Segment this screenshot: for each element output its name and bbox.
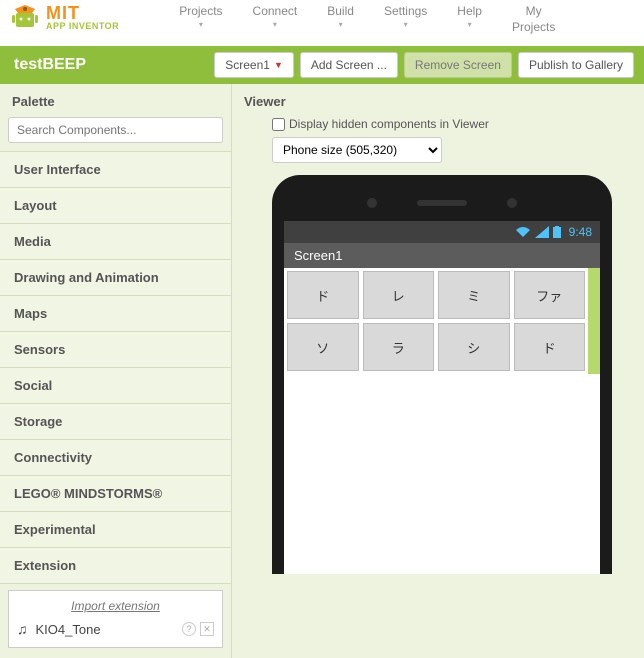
viewer-panel: Viewer Display hidden components in View… xyxy=(232,84,644,658)
tone-button[interactable]: レ xyxy=(363,271,435,319)
logo-text: MIT APP INVENTOR xyxy=(46,4,119,31)
menu-help[interactable]: Help ▾ xyxy=(457,4,482,35)
phone-frame: 9:48 Screen1 ド レ ミ ファ ソ ラ シ xyxy=(272,175,612,574)
palette-category[interactable]: Connectivity xyxy=(0,440,231,476)
palette-title: Palette xyxy=(0,84,231,117)
logo-mit: MIT xyxy=(46,4,119,22)
remove-screen-button[interactable]: Remove Screen xyxy=(404,52,512,78)
caret-down-icon: ▾ xyxy=(253,20,298,30)
screen-selector[interactable]: Screen1 ▼ xyxy=(214,52,294,78)
viewer-title: Viewer xyxy=(232,84,644,117)
menu-help-label: Help xyxy=(457,4,482,18)
publish-gallery-button[interactable]: Publish to Gallery xyxy=(518,52,634,78)
palette-category[interactable]: Extension xyxy=(0,548,231,584)
project-bar: testBEEP Screen1 ▼ Add Screen ... Remove … xyxy=(0,46,644,84)
phone-top xyxy=(284,185,600,221)
screen-selector-label: Screen1 xyxy=(225,58,270,72)
palette-category[interactable]: Layout xyxy=(0,188,231,224)
palette-panel: Palette User Interface Layout Media Draw… xyxy=(0,84,232,658)
app-title-bar: Screen1 xyxy=(284,243,600,268)
search-input[interactable] xyxy=(8,117,223,143)
extension-box: Import extension ♫ KIO4_Tone ? ✕ xyxy=(8,590,223,648)
palette-category[interactable]: Experimental xyxy=(0,512,231,548)
selection-highlight xyxy=(588,268,600,374)
palette-category[interactable]: Media xyxy=(0,224,231,260)
tone-button[interactable]: ミ xyxy=(438,271,510,319)
tone-button[interactable]: ド xyxy=(514,323,586,371)
phone-sensor-icon xyxy=(367,198,377,208)
palette-category[interactable]: Maps xyxy=(0,296,231,332)
phone-speaker-icon xyxy=(417,200,467,206)
palette-categories: User Interface Layout Media Drawing and … xyxy=(0,151,231,584)
menu-my-projects[interactable]: My Projects xyxy=(512,4,555,35)
caret-down-icon: ▾ xyxy=(327,20,354,30)
display-hidden-checkbox-row[interactable]: Display hidden components in Viewer xyxy=(272,117,632,131)
status-bar: 9:48 xyxy=(284,221,600,243)
main-menu: Projects ▾ Connect ▾ Build ▾ Settings ▾ Help… xyxy=(179,4,555,35)
tone-button[interactable]: シ xyxy=(438,323,510,371)
music-note-icon: ♫ xyxy=(17,621,28,637)
add-screen-button[interactable]: Add Screen ... xyxy=(300,52,398,78)
caret-down-icon: ▾ xyxy=(179,20,222,30)
tone-button[interactable]: ラ xyxy=(363,323,435,371)
extension-item-label: KIO4_Tone xyxy=(36,622,101,637)
menu-settings[interactable]: Settings ▾ xyxy=(384,4,427,35)
help-icon[interactable]: ? xyxy=(182,622,196,636)
project-bar-controls: Screen1 ▼ Add Screen ... Remove Screen Pu… xyxy=(214,52,634,78)
caret-down-icon: ▾ xyxy=(384,20,427,30)
extension-item[interactable]: ♫ KIO4_Tone ? ✕ xyxy=(17,621,214,637)
wifi-icon xyxy=(515,226,531,238)
menu-projects[interactable]: Projects ▾ xyxy=(179,4,222,35)
menu-my-projects-label: My Projects xyxy=(512,4,555,34)
import-extension-link[interactable]: Import extension xyxy=(17,597,214,621)
tone-button-grid: ド レ ミ ファ ソ ラ シ ド xyxy=(284,268,588,374)
main-area: Palette User Interface Layout Media Draw… xyxy=(0,84,644,658)
tone-button[interactable]: ド xyxy=(287,271,359,319)
phone-camera-icon xyxy=(507,198,517,208)
phone-screen: 9:48 Screen1 ド レ ミ ファ ソ ラ シ xyxy=(284,221,600,574)
palette-category[interactable]: Storage xyxy=(0,404,231,440)
palette-category[interactable]: User Interface xyxy=(0,152,231,188)
palette-category[interactable]: Social xyxy=(0,368,231,404)
palette-category[interactable]: Drawing and Animation xyxy=(0,260,231,296)
extension-item-actions: ? ✕ xyxy=(182,622,214,636)
menu-connect-label: Connect xyxy=(253,4,298,18)
palette-category[interactable]: Sensors xyxy=(0,332,231,368)
screen-empty-area xyxy=(284,374,600,574)
battery-icon xyxy=(553,226,561,238)
menu-build-label: Build xyxy=(327,4,354,18)
menu-build[interactable]: Build ▾ xyxy=(327,4,354,35)
palette-category[interactable]: LEGO® MINDSTORMS® xyxy=(0,476,231,512)
tone-button[interactable]: ファ xyxy=(514,271,586,319)
menu-connect[interactable]: Connect ▾ xyxy=(253,4,298,35)
caret-down-icon: ▼ xyxy=(274,60,283,70)
top-menu-bar: MIT APP INVENTOR Projects ▾ Connect ▾ Buil… xyxy=(0,0,644,46)
menu-projects-label: Projects xyxy=(179,4,222,18)
signal-icon xyxy=(535,226,549,238)
project-name: testBEEP xyxy=(10,56,86,74)
logo-subtitle: APP INVENTOR xyxy=(46,22,119,31)
logo-icon xyxy=(10,5,40,31)
delete-icon[interactable]: ✕ xyxy=(200,622,214,636)
viewer-options: Display hidden components in Viewer Phon… xyxy=(272,117,632,163)
menu-settings-label: Settings xyxy=(384,4,427,18)
tone-button[interactable]: ソ xyxy=(287,323,359,371)
display-hidden-checkbox[interactable] xyxy=(272,118,285,131)
caret-down-icon: ▾ xyxy=(457,20,482,30)
display-hidden-label: Display hidden components in Viewer xyxy=(289,117,489,131)
logo: MIT APP INVENTOR xyxy=(10,4,119,31)
status-time: 9:48 xyxy=(569,225,592,239)
phone-size-select[interactable]: Phone size (505,320) xyxy=(272,137,442,163)
